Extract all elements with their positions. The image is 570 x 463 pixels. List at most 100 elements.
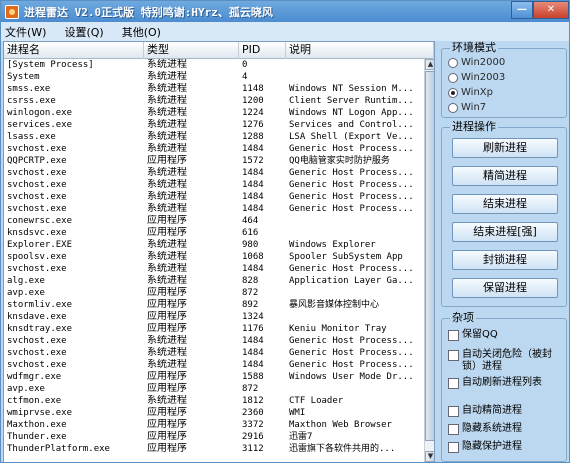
table-row[interactable]: svchost.exe 系统进程 1484 Generic Host Process.… [4,191,423,203]
radio-label: Win7 [461,102,487,113]
table-row[interactable]: avp.exe 应用程序 872 [4,287,423,299]
process-name: System [7,72,40,82]
table-row[interactable]: knsdtray.exe 应用程序 1176 Keniu Monitor Tray [4,323,423,335]
vertical-scrollbar[interactable]: ▲ ▼ [424,59,434,462]
table-row[interactable]: csrss.exe 系统进程 1200 Client Server Runtim... [4,95,423,107]
table-row[interactable]: spoolsv.exe 系统进程 1068 Spooler SubSystem App [4,251,423,263]
process-name: QQPCRTP.exe [7,156,67,166]
scroll-down-button[interactable]: ▼ [425,451,434,462]
column-header-type[interactable]: 类型 [144,42,239,59]
keep-process-button[interactable]: 保留进程 [452,278,558,298]
table-row[interactable]: ThunderPlatform.exe 应用程序 3112 迅雷旗下各软件共用的... [4,443,423,455]
menu-other[interactable]: 其他(O) [122,24,161,40]
misc-title: 杂项 [450,311,476,324]
table-row[interactable]: QQPCRTP.exe 应用程序 1572 QQ电脑管家实时防护服务 [4,155,423,167]
column-header-description[interactable]: 说明 [286,42,434,59]
process-type: 应用程序 [147,227,187,238]
process-description: 迅雷旗下各软件共用的... [289,444,396,454]
process-name: Maxthon.exe [7,420,67,430]
table-row[interactable]: svchost.exe 系统进程 1484 Generic Host Process.… [4,203,423,215]
process-description: CTF Loader [289,396,344,406]
scrollbar-thumb[interactable] [425,71,434,441]
process-pid: 872 [242,384,259,394]
minimize-button[interactable]: — [511,1,533,19]
table-row[interactable]: Thunder.exe 应用程序 2916 迅雷7 [4,431,423,443]
block-process-button[interactable]: 封锁进程 [452,250,558,270]
table-row[interactable]: ctfmon.exe 系统进程 1812 CTF Loader [4,395,423,407]
process-pid: 2360 [242,408,264,418]
simplify-process-button[interactable]: 精简进程 [452,166,558,186]
checkbox-icon [448,350,459,361]
table-row[interactable]: lsass.exe 系统进程 1288 LSA Shell (Export Ve... [4,131,423,143]
checkbox-auto-simplify[interactable]: 自动精简进程 [448,405,564,417]
table-row[interactable]: svchost.exe 系统进程 1484 Generic Host Process.… [4,143,423,155]
table-row[interactable]: stormliv.exe 应用程序 892 暴风影音媒体控制中心 [4,299,423,311]
process-description: Generic Host Process... [289,360,414,370]
process-name: avp.exe [7,288,45,298]
checkbox-label: 自动关闭危险（被封锁）进程 [462,349,552,372]
process-pid: 0 [242,60,248,70]
process-description: WMI [289,408,306,418]
table-row[interactable]: svchost.exe 系统进程 1484 Generic Host Process.… [4,179,423,191]
process-type: 系统进程 [147,83,187,94]
table-row[interactable]: [System Process] 系统进程 0 [4,59,423,71]
process-name: ctfmon.exe [7,396,62,406]
menu-file[interactable]: 文件(W) [5,24,46,40]
checkbox-hide-system[interactable]: 隐藏系统进程 [448,423,564,435]
checkbox-auto-close-dangerous[interactable]: 自动关闭危险（被封锁）进程 [448,349,564,373]
radio-win7[interactable]: Win7 [448,102,486,113]
close-button[interactable]: ✕ [533,1,569,19]
table-row[interactable]: wdfmgr.exe 应用程序 1588 Windows User Mode Dr..… [4,371,423,383]
title-bar[interactable]: 进程雷达 V2.0正式版 特别鸣谢:HYrz、孤云晓风 — ✕ [1,1,569,22]
radio-label: Win2000 [461,57,506,68]
table-row[interactable]: svchost.exe 系统进程 1484 Generic Host Process.… [4,335,423,347]
process-type: 系统进程 [147,71,187,82]
radio-icon [448,57,458,68]
radio-win2003[interactable]: Win2003 [448,72,505,83]
process-description: Generic Host Process... [289,144,414,154]
radio-icon [448,102,458,113]
menu-settings[interactable]: 设置(Q) [64,24,103,40]
table-row[interactable]: knsdave.exe 应用程序 1324 [4,311,423,323]
process-pid: 980 [242,240,259,250]
column-header-pid[interactable]: PID [239,42,286,59]
process-type: 系统进程 [147,251,187,262]
process-list[interactable]: 进程名 类型 PID 说明 [System Process] 系统进程 0 Syste… [3,41,435,462]
radio-winxp[interactable]: WinXp [448,87,493,98]
table-row[interactable]: knsdsvc.exe 应用程序 616 [4,227,423,239]
table-row[interactable]: svchost.exe 系统进程 1484 Generic Host Process.… [4,167,423,179]
table-row[interactable]: smss.exe 系统进程 1148 Windows NT Session M... [4,83,423,95]
process-pid: 1200 [242,96,264,106]
table-row[interactable]: winlogon.exe 系统进程 1224 Windows NT Logon App… [4,107,423,119]
table-row[interactable]: conewrsc.exe 应用程序 464 [4,215,423,227]
table-row[interactable]: wmiprvse.exe 应用程序 2360 WMI [4,407,423,419]
table-row[interactable]: svchost.exe 系统进程 1484 Generic Host Process.… [4,359,423,371]
force-end-process-button[interactable]: 结束进程[强] [452,222,558,242]
table-row[interactable]: services.exe 系统进程 1276 Services and Control… [4,119,423,131]
table-row[interactable]: svchost.exe 系统进程 1484 Generic Host Process.… [4,263,423,275]
column-header-name[interactable]: 进程名 [4,42,144,59]
process-description: Services and Control... [289,120,414,130]
process-name: winlogon.exe [7,108,73,118]
radio-win2000[interactable]: Win2000 [448,57,505,68]
table-row[interactable]: avp.exe 应用程序 872 [4,383,423,395]
control-panel: 环境模式 Win2000 Win2003 WinXp Win7 进程操作 刷新进… [438,41,569,462]
table-row[interactable]: svchost.exe 系统进程 1484 Generic Host Process.… [4,347,423,359]
process-description: QQ电脑管家实时防护服务 [289,156,390,166]
process-pid: 1148 [242,84,264,94]
table-row[interactable]: System 系统进程 4 [4,71,423,83]
checkbox-hide-protected[interactable]: 隐藏保护进程 [448,441,564,453]
table-row[interactable]: Maxthon.exe 应用程序 3372 Maxthon Web Browser [4,419,423,431]
process-list-body: [System Process] 系统进程 0 System 系统进程 4 smss.exe… [4,59,423,462]
process-description: Keniu Monitor Tray [289,324,387,334]
scroll-up-button[interactable]: ▲ [425,59,434,70]
table-row[interactable]: alg.exe 系统进程 828 Application Layer Ga... [4,275,423,287]
checkbox-keep-qq[interactable]: 保留QQ [448,329,564,341]
refresh-process-button[interactable]: 刷新进程 [452,138,558,158]
checkbox-auto-refresh[interactable]: 自动刷新进程列表 [448,377,564,389]
table-row[interactable]: Explorer.EXE 系统进程 980 Windows Explorer [4,239,423,251]
end-process-button[interactable]: 结束进程 [452,194,558,214]
process-description: Maxthon Web Browser [289,420,392,430]
process-type: 系统进程 [147,335,187,346]
process-type: 系统进程 [147,59,187,70]
